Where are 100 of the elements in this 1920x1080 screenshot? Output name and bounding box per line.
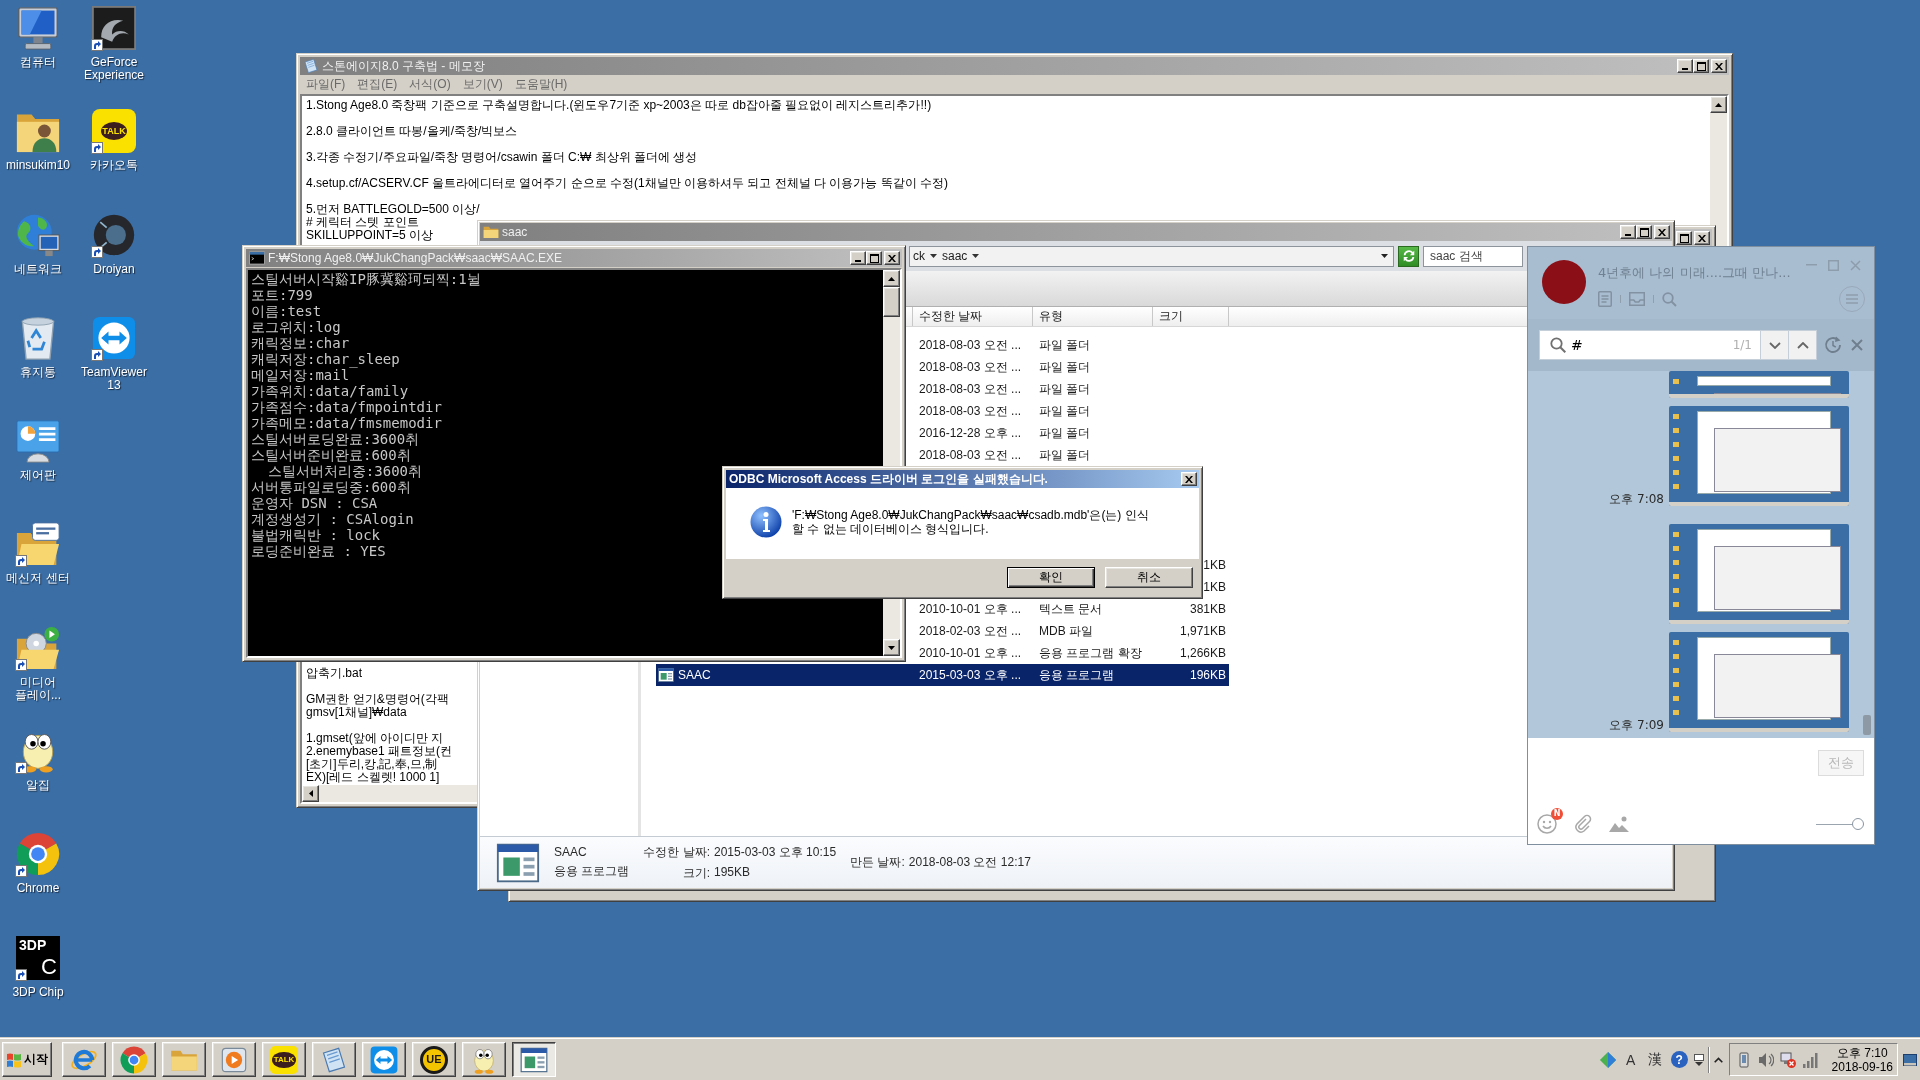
diamond-icon[interactable] bbox=[1598, 1050, 1617, 1069]
file-row[interactable]: 2018-08-03 오전 ... 파일 폴더 bbox=[913, 444, 1229, 466]
swirl-logo-icon[interactable] bbox=[92, 6, 136, 50]
language-bar-button[interactable]: 漢 bbox=[1644, 1048, 1665, 1071]
icon-label[interactable]: 컴퓨터 bbox=[20, 56, 56, 69]
dialog-button[interactable]: 확인 bbox=[1007, 566, 1095, 588]
minimize-icon bbox=[1682, 68, 1688, 70]
maximize-icon bbox=[869, 253, 879, 263]
column-header[interactable]: 수정한 날짜 bbox=[913, 307, 1033, 326]
disc-folder-icon[interactable] bbox=[16, 625, 60, 670]
column-header[interactable]: 크기 bbox=[1153, 307, 1229, 326]
browser-logo-icon[interactable] bbox=[16, 832, 60, 877]
slider-thumb[interactable] bbox=[1852, 818, 1864, 830]
next-match-button[interactable] bbox=[1761, 330, 1789, 360]
monitor-icon[interactable] bbox=[16, 6, 60, 50]
talk-bubble-icon[interactable]: TALK bbox=[92, 109, 136, 154]
maximize-button[interactable] bbox=[1693, 59, 1709, 73]
dialog-button[interactable]: 취소 bbox=[1105, 566, 1193, 588]
globe-monitor-icon[interactable] bbox=[16, 212, 60, 257]
screenshot-drawing[interactable] bbox=[1669, 524, 1849, 624]
clock-date[interactable]: 2018-09-16 bbox=[1831, 1059, 1893, 1074]
file-row[interactable]: 2018-08-03 오전 ... 파일 폴더 bbox=[913, 356, 1229, 378]
file-row[interactable]: 2018-08-03 오전 ... 파일 폴더 bbox=[913, 378, 1229, 400]
maximize-button[interactable] bbox=[1676, 231, 1692, 245]
paperclip-icon[interactable] bbox=[1573, 814, 1593, 834]
taskbar-button[interactable]: TALK bbox=[262, 1042, 306, 1077]
icon-label[interactable]: Chrome bbox=[16, 882, 60, 896]
scroll-up-button[interactable] bbox=[1710, 96, 1727, 113]
smiley-icon[interactable] bbox=[1537, 814, 1557, 834]
options-icon[interactable] bbox=[1693, 1053, 1704, 1066]
file-row[interactable]: 2018-08-03 오전 ... 파일 폴더 bbox=[913, 400, 1229, 422]
menu-item[interactable]: 보기(V) bbox=[456, 76, 509, 93]
file-row[interactable]: SAAC 2015-03-03 오후 ... 응용 프로그램 196KB bbox=[656, 664, 1229, 686]
chevron-down-icon[interactable] bbox=[972, 254, 980, 258]
minimize-button[interactable] bbox=[850, 251, 866, 265]
clock-time[interactable]: 오후 7:10 bbox=[1836, 1045, 1888, 1060]
icon-label[interactable]: 제어판 bbox=[20, 469, 56, 483]
scrollbar-thumb[interactable] bbox=[883, 287, 900, 317]
search-field[interactable]: saac 검색 bbox=[1423, 245, 1523, 267]
icon-label[interactable]: GeForce Experience bbox=[77, 56, 151, 82]
screenshot-drawing[interactable] bbox=[1669, 371, 1849, 398]
search-input[interactable]: # bbox=[1571, 334, 1728, 356]
minimize-button[interactable] bbox=[1677, 59, 1693, 73]
start-button[interactable]: 시작 bbox=[2, 1042, 52, 1077]
file-row[interactable]: 2018-08-03 오전 ... 파일 폴더 bbox=[913, 334, 1229, 356]
chip-logo-icon[interactable]: 3DP C bbox=[16, 935, 60, 980]
file-row[interactable]: 2010-10-01 오후 ... 응용 프로그램 확장 1,266KB bbox=[913, 642, 1229, 664]
column-header[interactable]: 유형 bbox=[1033, 307, 1153, 326]
search-field[interactable]: # 1/1 bbox=[1539, 330, 1761, 360]
monitor-error-icon[interactable] bbox=[1779, 1051, 1796, 1068]
chevron-down-icon[interactable] bbox=[930, 254, 937, 258]
scrollbar-thumb[interactable] bbox=[1863, 715, 1871, 735]
console-line: 가족위치:data/family bbox=[251, 383, 409, 399]
dropdown-arrow-icon[interactable] bbox=[1381, 254, 1388, 258]
dark-emblem-icon[interactable] bbox=[92, 212, 136, 257]
icon-label[interactable]: minsukim10 bbox=[6, 159, 70, 173]
icon-label[interactable]: 휴지통 bbox=[20, 365, 56, 379]
close-button[interactable] bbox=[1711, 59, 1727, 73]
taskbar-button[interactable] bbox=[512, 1042, 556, 1077]
breadcrumb-item[interactable]: saac bbox=[942, 249, 968, 263]
screenshot-drawing[interactable] bbox=[1669, 406, 1849, 506]
menu-item[interactable]: 서식(O) bbox=[403, 76, 457, 93]
icon-label[interactable]: 미디어 플레이... bbox=[1, 675, 75, 702]
icon-label[interactable]: Droiyan bbox=[93, 262, 135, 276]
scroll-up-button[interactable] bbox=[883, 270, 900, 287]
close-button[interactable] bbox=[1654, 225, 1670, 239]
file-row[interactable]: 2010-10-01 오후 ... 텍스트 문서 381KB bbox=[913, 598, 1229, 620]
icon-label[interactable]: 메신저 센터 bbox=[6, 572, 70, 586]
address-bar[interactable]: ck saac bbox=[909, 245, 1394, 267]
close-button[interactable] bbox=[884, 251, 900, 265]
icon-label[interactable]: 알집 bbox=[26, 779, 50, 793]
speaker-icon[interactable] bbox=[1757, 1051, 1774, 1068]
file-row[interactable]: 2016-12-28 오후 ... 파일 폴더 bbox=[913, 422, 1229, 444]
screenshot-drawing[interactable] bbox=[1669, 632, 1849, 732]
scroll-down-button[interactable] bbox=[883, 639, 900, 656]
icon-label[interactable]: 카카오톡 bbox=[90, 159, 138, 173]
file-row[interactable]: 2018-02-03 오전 ... MDB 파일 1,971KB bbox=[913, 620, 1229, 642]
icon-label[interactable]: 네트워크 bbox=[14, 262, 62, 276]
breadcrumb-item[interactable]: ck bbox=[913, 249, 925, 263]
close-icon bbox=[1849, 259, 1861, 271]
folder-speech-icon[interactable] bbox=[16, 522, 60, 567]
maximize-button[interactable] bbox=[1636, 225, 1652, 239]
language-bar-button[interactable]: A bbox=[1620, 1048, 1641, 1071]
taskbar-button[interactable]: UE bbox=[412, 1042, 456, 1077]
menu-item[interactable]: 도움말(H) bbox=[508, 76, 574, 93]
close-button[interactable] bbox=[1181, 472, 1197, 486]
chevron-up-icon[interactable] bbox=[1713, 1056, 1723, 1063]
icon-label[interactable]: TeamViewer 13 bbox=[77, 365, 151, 392]
refresh-button[interactable] bbox=[1398, 245, 1419, 267]
maximize-button[interactable] bbox=[866, 251, 882, 265]
menu-item[interactable]: 편집(E) bbox=[351, 76, 404, 93]
help-button[interactable]: ? bbox=[1670, 1051, 1688, 1068]
control-panel-icon[interactable] bbox=[16, 419, 60, 464]
previous-match-button[interactable] bbox=[1789, 330, 1817, 360]
menu-item[interactable]: 파일(F) bbox=[300, 76, 352, 93]
minimize-button[interactable] bbox=[1620, 225, 1636, 239]
scroll-left-button[interactable] bbox=[302, 785, 319, 802]
signal-bars-icon[interactable] bbox=[1801, 1051, 1818, 1068]
icon-label[interactable]: 3DP Chip bbox=[12, 985, 64, 999]
close-button[interactable] bbox=[1694, 231, 1710, 245]
